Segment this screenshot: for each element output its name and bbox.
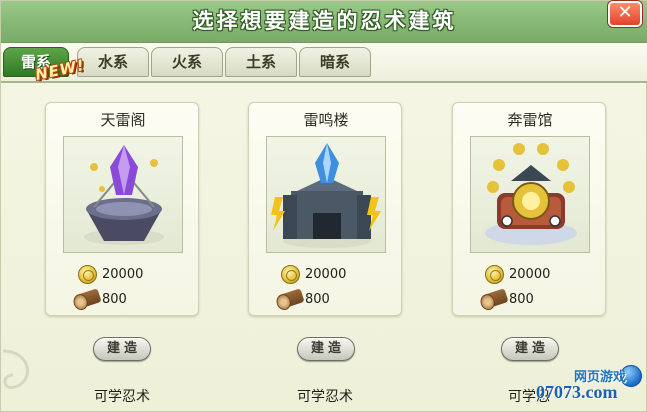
close-button[interactable]: ✕ [608,1,642,27]
coin-icon [485,265,504,284]
learnable-skills-label[interactable]: 可学忍术 [248,386,402,406]
site-watermark: 网页游戏 07073.com [536,363,647,412]
coin-icon [78,265,97,284]
building-name: 天雷阁 [100,111,146,129]
tab-fire[interactable]: 火系 [151,47,223,77]
build-button[interactable]: 建造 [501,337,559,361]
build-button[interactable]: 建造 [297,337,355,361]
building-card[interactable]: 雷鸣楼 20000 800 [248,102,402,316]
coin-icon [281,265,300,284]
wood-log-icon [275,288,305,310]
element-tab-bar: 雷系 水系 火系 土系 暗系 [1,43,647,83]
build-button[interactable]: 建造 [93,337,151,361]
learnable-skills-label[interactable]: 可学忍术 [45,386,199,406]
building-card[interactable]: 奔雷馆 20000 800 [452,102,606,316]
close-icon: ✕ [617,2,633,23]
build-dialog: 选择想要建造的忍术建筑 ✕ 雷系 水系 火系 土系 暗系 NEW! 天雷阁 20… [0,0,647,412]
thunder-tower-icon [266,136,386,253]
title-bar: 选择想要建造的忍术建筑 [1,1,647,43]
tab-earth[interactable]: 土系 [225,47,297,77]
crystal-pavilion-icon [63,136,183,253]
wood-log-icon [479,288,509,310]
building-name: 雷鸣楼 [303,111,349,129]
building-name: 奔雷馆 [507,111,553,129]
tab-dark[interactable]: 暗系 [299,47,371,77]
dialog-title: 选择想要建造的忍术建筑 [192,9,457,33]
decorative-swirl-icon [2,349,29,390]
thunder-hall-icon [470,136,590,253]
wood-log-icon [72,288,102,310]
tab-water[interactable]: 水系 [77,47,149,77]
building-card[interactable]: 天雷阁 20000 800 [45,102,199,316]
